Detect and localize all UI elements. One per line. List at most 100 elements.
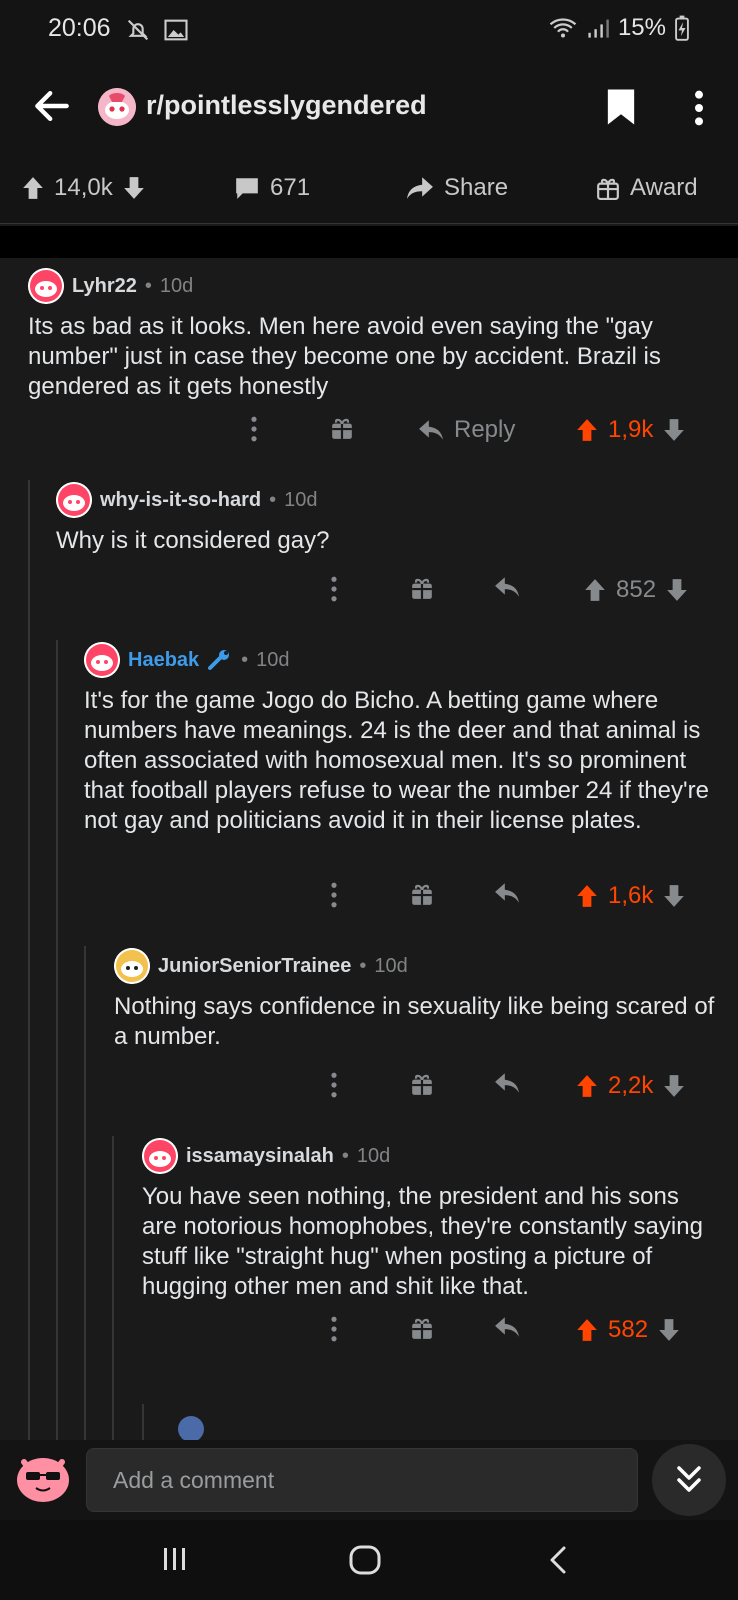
- battery-level: 15%: [617, 14, 666, 41]
- add-comment-input[interactable]: Add a comment: [86, 1448, 638, 1512]
- downvote-icon[interactable]: [666, 578, 688, 602]
- upvote-icon[interactable]: [576, 418, 598, 442]
- upvote-icon[interactable]: [576, 1074, 598, 1098]
- back-nav-icon[interactable]: [546, 1544, 570, 1576]
- comment-actions: 582: [0, 1316, 738, 1356]
- next-comment-peek: [142, 1386, 204, 1440]
- post-comments-button[interactable]: 671: [234, 174, 310, 202]
- more-vert-icon: [331, 576, 337, 602]
- comment-award-button[interactable]: [410, 882, 434, 906]
- reply-arrow-icon: [419, 420, 443, 440]
- home-icon[interactable]: [348, 1544, 382, 1576]
- comment-award-button[interactable]: [410, 1316, 434, 1340]
- reply-button[interactable]: [494, 1316, 520, 1338]
- comment-more-button[interactable]: [330, 576, 338, 602]
- back-arrow-icon[interactable]: [30, 84, 74, 128]
- subreddit-avatar[interactable]: [98, 88, 136, 126]
- award-label: Award: [630, 174, 698, 201]
- downvote-icon[interactable]: [123, 176, 145, 200]
- thread-line-depth-4[interactable]: [112, 1136, 114, 1440]
- comment-count: 671: [270, 174, 311, 201]
- reply-button[interactable]: [494, 882, 520, 904]
- user-snoo-avatar[interactable]: [12, 1446, 74, 1508]
- reply-label: Reply: [454, 416, 516, 443]
- comment-age: 10d: [374, 954, 408, 977]
- comment-more-button[interactable]: [250, 416, 258, 442]
- mute-icon: [127, 19, 149, 41]
- comment-more-button[interactable]: [330, 1316, 338, 1342]
- comment: Haebak • 10d It's for the game Jogo do B…: [84, 640, 716, 836]
- share-button[interactable]: Share: [406, 174, 508, 202]
- upvote-icon[interactable]: [576, 884, 598, 908]
- downvote-icon[interactable]: [658, 1318, 680, 1342]
- comment-age: 10d: [159, 274, 194, 297]
- reply-button[interactable]: [494, 576, 520, 598]
- comment-author[interactable]: issamaysinalah: [186, 1145, 334, 1168]
- thread-line-depth-3[interactable]: [84, 946, 86, 1440]
- user-avatar[interactable]: [142, 1138, 178, 1174]
- comment-score: 1,6k: [608, 882, 654, 909]
- comment-age: 10d: [284, 488, 318, 511]
- share-label: Share: [444, 174, 509, 201]
- comment-body: Nothing says confidence in sexuality lik…: [114, 993, 715, 1050]
- award-button[interactable]: Award: [596, 174, 698, 202]
- comment-score: 1,9k: [608, 416, 654, 443]
- comment-author[interactable]: Haebak: [128, 649, 199, 672]
- comment-award-button[interactable]: [410, 576, 434, 600]
- comment-vote-group: 852: [584, 576, 688, 604]
- user-avatar[interactable]: [56, 482, 92, 518]
- thread-line-depth-1[interactable]: [28, 480, 30, 1440]
- more-vert-icon: [331, 1316, 337, 1342]
- next-comment-button[interactable]: [652, 1444, 726, 1516]
- upvote-icon[interactable]: [584, 578, 606, 602]
- comment-actions: 852: [0, 576, 738, 616]
- comment-award-button[interactable]: [330, 416, 354, 440]
- comment-author[interactable]: JuniorSeniorTrainee: [158, 955, 351, 978]
- post-vote-group: 14,0k: [22, 174, 145, 202]
- user-avatar[interactable]: [114, 948, 150, 984]
- upvote-icon[interactable]: [22, 176, 44, 200]
- system-nav-bar: [0, 1520, 738, 1600]
- comment: Lyhr22 • 10d Its as bad as it looks. Men…: [28, 266, 718, 402]
- comment-age: 10d: [356, 1144, 391, 1167]
- comment-award-button[interactable]: [410, 1072, 434, 1096]
- battery-charging-icon: [675, 15, 689, 41]
- comment-body: It's for the game Jogo do Bicho. A betti…: [84, 687, 709, 834]
- downvote-icon[interactable]: [663, 418, 685, 442]
- reply-arrow-icon: [495, 1317, 519, 1337]
- recent-apps-icon[interactable]: [160, 1544, 190, 1574]
- top-app-bar: r/pointlesslygendered: [0, 62, 738, 152]
- gift-icon: [412, 578, 432, 599]
- reply-arrow-icon: [495, 883, 519, 903]
- reply-arrow-icon: [495, 577, 519, 597]
- comment-composer: Add a comment: [0, 1440, 738, 1520]
- comment-body: Its as bad as it looks. Men here avoid e…: [28, 313, 661, 400]
- comment-actions: 2,2k: [0, 1072, 738, 1112]
- downvote-icon[interactable]: [663, 884, 685, 908]
- user-avatar[interactable]: [84, 642, 120, 678]
- moderator-wrench-icon: [208, 650, 230, 670]
- comment-vote-group: 582: [576, 1316, 680, 1344]
- more-vert-icon: [331, 882, 337, 908]
- comment-vote-group: 1,6k: [576, 882, 685, 910]
- more-vert-icon[interactable]: [688, 88, 710, 128]
- gift-icon: [412, 884, 432, 905]
- downvote-icon[interactable]: [663, 1074, 685, 1098]
- section-divider: [0, 226, 738, 258]
- bookmark-icon[interactable]: [606, 88, 636, 126]
- comment-actions: 1,6k: [0, 882, 738, 922]
- comment-body: You have seen nothing, the president and…: [142, 1183, 703, 1300]
- comment-author[interactable]: why-is-it-so-hard: [100, 489, 261, 512]
- comment-vote-group: 1,9k: [576, 416, 685, 444]
- reply-button[interactable]: [494, 1072, 520, 1094]
- upvote-icon[interactable]: [576, 1318, 598, 1342]
- subreddit-name[interactable]: r/pointlesslygendered: [146, 90, 427, 121]
- status-time: 20:06: [48, 14, 111, 42]
- reply-button[interactable]: Reply: [418, 416, 515, 444]
- user-avatar[interactable]: [28, 268, 64, 304]
- comment-more-button[interactable]: [330, 882, 338, 908]
- comment-age: 10d: [256, 648, 290, 671]
- comment-more-button[interactable]: [330, 1072, 338, 1098]
- image-icon: [164, 19, 188, 41]
- comment-author[interactable]: Lyhr22: [72, 275, 137, 298]
